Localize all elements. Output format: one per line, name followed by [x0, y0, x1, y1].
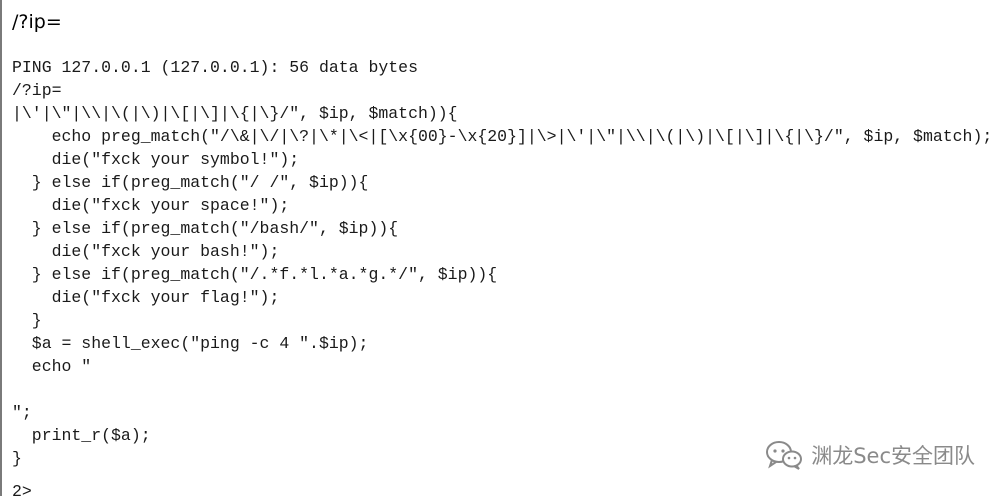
wechat-icon — [766, 441, 803, 470]
watermark-text: 渊龙Sec安全团队 — [811, 444, 975, 468]
output-line: PING 127.0.0.1 (127.0.0.1): 56 data byte… — [12, 58, 418, 77]
output-line: |\'|\"|\\|\(|\)|\[|\]|\{|\}/", $ip, $mat… — [12, 104, 458, 123]
output-line: } else if(preg_match("/ /", $ip)){ — [12, 173, 369, 192]
output-line: echo " — [12, 357, 92, 376]
page-body: /?ip= PING 127.0.0.1 (127.0.0.1): 56 dat… — [0, 0, 1007, 496]
output-line: /?ip= — [12, 81, 62, 100]
window-left-border — [0, 0, 2, 496]
output-line: } — [12, 311, 42, 330]
truncated-output-line: 2> — [12, 482, 32, 496]
output-line: die("fxck your space!"); — [12, 196, 290, 215]
output-line: die("fxck your symbol!"); — [12, 150, 300, 169]
output-line: echo preg_match("/\&|\/|\?|\*|\<|[\x{00}… — [12, 127, 993, 146]
output-line: die("fxck your bash!"); — [12, 242, 280, 261]
watermark: 渊龙Sec安全团队 — [765, 440, 975, 470]
output-line: } else if(preg_match("/bash/", $ip)){ — [12, 219, 399, 238]
output-line: } else if(preg_match("/.*f.*l.*a.*g.*/",… — [12, 265, 498, 284]
output-line: "; — [12, 403, 32, 422]
command-output: PING 127.0.0.1 (127.0.0.1): 56 data byte… — [12, 56, 992, 470]
page-heading: /?ip= — [12, 11, 62, 33]
output-line: $a = shell_exec("ping -c 4 ".$ip); — [12, 334, 369, 353]
output-line: die("fxck your flag!"); — [12, 288, 280, 307]
